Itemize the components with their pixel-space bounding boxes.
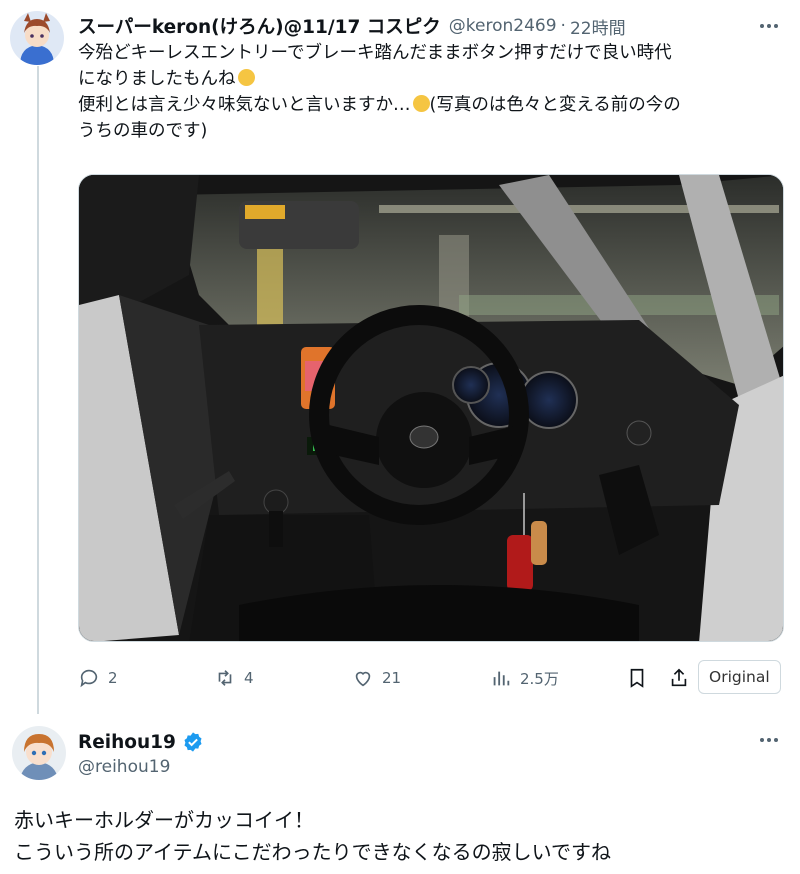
tweet-photo[interactable]	[78, 174, 784, 642]
heart-icon	[355, 671, 371, 687]
car-interior-photo-icon	[79, 175, 783, 641]
smiling-face-emoji-icon	[412, 95, 430, 112]
repost-button[interactable]: 4	[214, 667, 254, 689]
header-separator: ·	[560, 16, 566, 36]
repost-icon	[218, 670, 232, 686]
reply-author-name-row: Reihou19	[78, 731, 204, 753]
tweet-text-line: 今殆どキーレスエントリーでブレーキ踏んだままボタン押すだけで良い時代	[78, 43, 672, 63]
share-icon	[671, 668, 687, 687]
thread-connector-line	[37, 66, 39, 714]
tweet-text-segment: になりましたもんね	[78, 69, 236, 89]
reply-text: 赤いキーホルダーがカッコイイ！ こういう所のアイテムにこだわったりできなくなるの…	[14, 804, 794, 868]
author-avatar[interactable]	[10, 11, 64, 65]
tweet-timestamp[interactable]: 22時間	[570, 14, 626, 39]
views-button[interactable]: 2.5万	[490, 667, 559, 689]
reply-text-line: こういう所のアイテムにこだわったりできなくなるの寂しいですね	[14, 840, 611, 864]
reply-more-options-icon[interactable]	[756, 734, 782, 746]
author-display-name[interactable]: スーパーkeron(けろん)@11/17 コスピク	[78, 13, 441, 39]
share-button[interactable]	[668, 667, 690, 689]
like-count: 21	[382, 669, 402, 687]
tweet-text-line: になりましたもんね	[78, 66, 788, 92]
tweet-header: スーパーkeron(けろん)@11/17 コスピク @keron2469 · 2…	[78, 12, 782, 40]
bookmark-button[interactable]	[626, 667, 648, 689]
tweet-text-segment: (写真のは色々と変える前の今の	[429, 95, 681, 115]
author-handle[interactable]: @keron2469	[449, 16, 557, 36]
original-button[interactable]: Original	[698, 660, 781, 694]
reply-author-handle[interactable]: @reihou19	[78, 757, 170, 777]
analytics-icon	[493, 671, 510, 686]
tweet-text-line: うちの車のです)	[78, 121, 208, 141]
repost-count: 4	[244, 669, 254, 687]
reply-button[interactable]: 2	[78, 667, 118, 689]
reply-icon	[80, 669, 98, 688]
view-count: 2.5万	[520, 669, 559, 688]
tweet-text-segment: 便利とは言え少々味気ないと言いますか…	[78, 95, 411, 115]
tweet-actions-bar: 2 4 21 2.5万 Original	[74, 660, 788, 696]
verified-badge-icon	[184, 732, 202, 752]
bookmark-icon	[630, 668, 644, 688]
pleading-face-emoji-icon	[237, 69, 255, 86]
like-button[interactable]: 21	[352, 667, 401, 689]
more-options-icon[interactable]	[756, 20, 782, 32]
reply-author-display-name[interactable]: Reihou19	[78, 732, 176, 753]
reply-text-line: 赤いキーホルダーがカッコイイ！	[14, 808, 314, 832]
reply-author-avatar[interactable]	[12, 726, 66, 780]
tweet-text-line: 便利とは言え少々味気ないと言いますか… (写真のは色々と変える前の今の	[78, 92, 788, 118]
reply-count: 2	[108, 669, 118, 687]
tweet-text: 今殆どキーレスエントリーでブレーキ踏んだままボタン押すだけで良い時代 になりまし…	[78, 40, 788, 144]
